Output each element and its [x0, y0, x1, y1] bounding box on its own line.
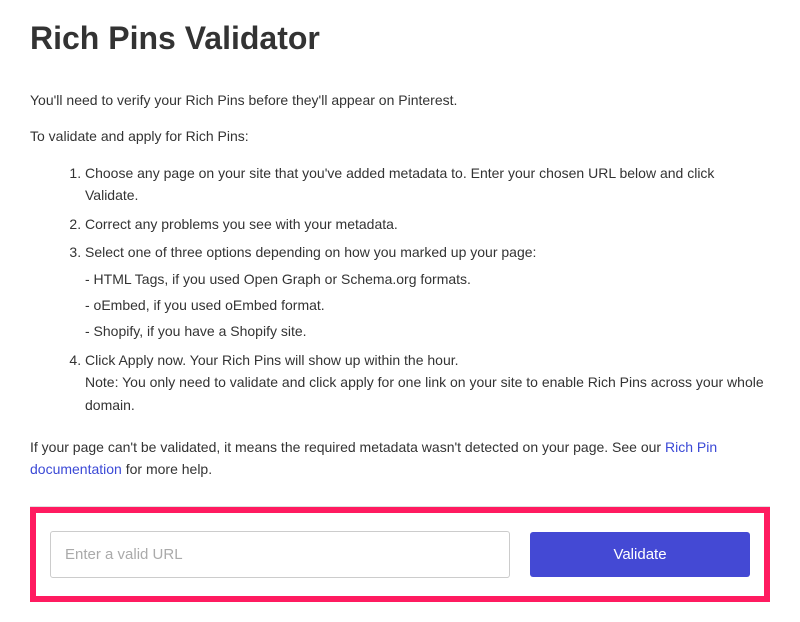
step-3-sub-b: - oEmbed, if you used oEmbed format.	[85, 294, 770, 316]
step-2: Correct any problems you see with your m…	[85, 213, 770, 235]
step-4: Click Apply now. Your Rich Pins will sho…	[85, 349, 770, 416]
step-4-note: Note: You only need to validate and clic…	[85, 374, 764, 412]
validate-button[interactable]: Validate	[530, 532, 750, 577]
step-3-sub-a: - HTML Tags, if you used Open Graph or S…	[85, 268, 770, 290]
help-text: If your page can't be validated, it mean…	[30, 436, 770, 481]
step-3-sublist: - HTML Tags, if you used Open Graph or S…	[85, 268, 770, 343]
step-3: Select one of three options depending on…	[85, 241, 770, 343]
help-suffix: for more help.	[122, 461, 212, 477]
help-prefix: If your page can't be validated, it mean…	[30, 439, 665, 455]
step-3-text: Select one of three options depending on…	[85, 244, 536, 260]
instructions-label: To validate and apply for Rich Pins:	[30, 128, 770, 144]
step-4-text: Click Apply now. Your Rich Pins will sho…	[85, 352, 459, 368]
page-title: Rich Pins Validator	[30, 20, 770, 57]
url-input[interactable]	[50, 531, 510, 578]
validate-form-container: Validate	[30, 507, 770, 602]
intro-text: You'll need to verify your Rich Pins bef…	[30, 92, 770, 108]
instructions-list: Choose any page on your site that you've…	[30, 162, 770, 416]
step-3-sub-c: - Shopify, if you have a Shopify site.	[85, 320, 770, 342]
step-1: Choose any page on your site that you've…	[85, 162, 770, 207]
